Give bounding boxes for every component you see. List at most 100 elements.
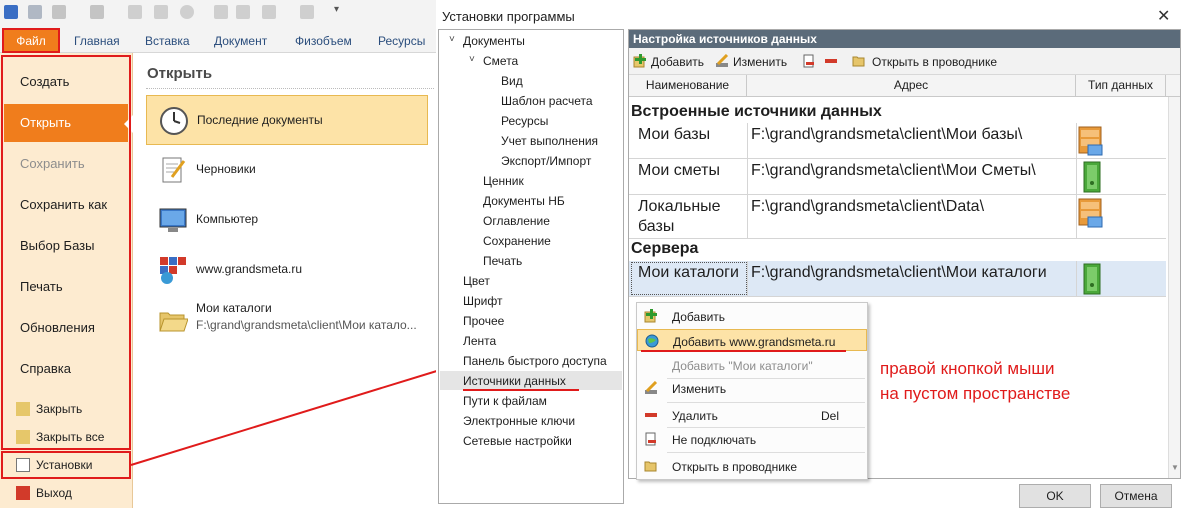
tree-node[interactable]: Лента <box>463 334 496 348</box>
ctx-add[interactable]: Добавить <box>637 305 867 327</box>
divider <box>146 88 434 89</box>
edit-pencil-icon[interactable] <box>715 54 729 68</box>
quick-access-toolbar: ▾ <box>0 0 436 26</box>
tree-node[interactable]: Ценник <box>483 174 524 188</box>
menu-exit[interactable]: Выход <box>4 481 128 505</box>
filter-icon[interactable] <box>214 5 228 19</box>
save-icon[interactable] <box>28 5 42 19</box>
clock-icon <box>160 107 188 135</box>
exit-icon <box>16 486 30 500</box>
ctx-disconnect[interactable]: Не подключать <box>637 428 867 450</box>
ctx-add-my-catalogs[interactable]: Добавить "Мои каталоги" <box>637 354 867 376</box>
delete-minus-icon[interactable] <box>824 54 838 68</box>
close-icon[interactable]: ✕ <box>1157 6 1170 26</box>
open-drafts[interactable]: Черновики <box>146 145 428 195</box>
group-builtin: Встроенные источники данных <box>631 103 882 120</box>
tree-node-documents[interactable]: ˅ Документы <box>449 34 525 48</box>
ok-button[interactable]: OK <box>1019 484 1091 508</box>
collapse-icon[interactable]: ˅ <box>449 34 455 45</box>
cell-divider <box>747 123 748 158</box>
cancel-button[interactable]: Отмена <box>1100 484 1172 508</box>
tab-insert[interactable]: Вставка <box>145 34 190 48</box>
tab-document[interactable]: Документ <box>214 34 267 48</box>
web-cubes-icon <box>160 257 186 284</box>
calc-icon[interactable] <box>128 5 142 19</box>
tree-node[interactable]: Оглавление <box>483 214 550 228</box>
tree-node[interactable]: Цвет <box>463 274 490 288</box>
open-folder-icon[interactable] <box>852 54 866 68</box>
tree-node[interactable]: Вид <box>501 74 523 88</box>
tab-volume[interactable]: Физобъем <box>295 34 352 48</box>
tree-node[interactable]: Печать <box>483 254 522 268</box>
collapse-icon[interactable]: ˅ <box>469 54 475 65</box>
tree-node-data-sources[interactable]: Источники данных <box>463 374 566 388</box>
tree-node[interactable]: Шаблон расчета <box>501 94 593 108</box>
tab-resources[interactable]: Ресурсы <box>378 34 425 48</box>
tree-node[interactable]: Панель быстрого доступа <box>463 354 607 368</box>
tree-node[interactable]: Шрифт <box>463 294 502 308</box>
column-header-type[interactable]: Тип данных <box>1076 75 1166 97</box>
disconnect-icon[interactable] <box>802 54 816 68</box>
open-recent[interactable]: Последние документы <box>146 95 428 145</box>
grid-icon[interactable] <box>262 5 276 19</box>
table-row-selected[interactable]: Мои каталоги F:\grand\grandsmeta\client\… <box>629 261 1166 297</box>
toolbar-edit-button[interactable]: Изменить <box>733 55 787 69</box>
table-row[interactable]: Локальные базы F:\grand\grandsmeta\clien… <box>629 195 1166 239</box>
tab-file[interactable]: Файл <box>2 28 60 53</box>
tree-node[interactable]: Сохранение <box>483 234 551 248</box>
ctx-delete-shortcut: Del <box>821 409 840 423</box>
context-menu: Добавить Добавить www.grandsmeta.ru Доба… <box>636 302 868 480</box>
vertical-scrollbar[interactable]: ▼ <box>1168 97 1180 478</box>
table-icon[interactable] <box>154 5 168 19</box>
annotation-underline <box>641 350 846 352</box>
tree-node[interactable]: Учет выполнения <box>501 134 598 148</box>
tree-node[interactable]: Экспорт/Импорт <box>501 154 591 168</box>
highlight-frame-settings <box>1 451 131 479</box>
open-my-catalogs-path: F:\grand\grandsmeta\client\Мои катало... <box>196 318 417 332</box>
tree-node[interactable]: Сетевые настройки <box>463 434 572 448</box>
table-row[interactable]: Мои базы F:\grand\grandsmeta\client\Мои … <box>629 123 1166 159</box>
annotation-line-1: правой кнопкой мыши <box>880 359 1055 378</box>
ctx-edit[interactable]: Изменить <box>637 377 867 399</box>
tree-node[interactable]: Ресурсы <box>501 114 548 128</box>
open-my-catalogs-label: Мои каталоги <box>196 301 272 315</box>
green-binder-icon <box>1083 263 1101 295</box>
folder-open-icon <box>159 312 188 332</box>
tree-node[interactable]: Документы НБ <box>483 194 565 208</box>
table-row[interactable]: Мои сметы F:\grand\grandsmeta\client\Мои… <box>629 159 1166 195</box>
toolbar-add-button[interactable]: Добавить <box>651 55 704 69</box>
ctx-delete[interactable]: Удалить Del <box>637 404 867 426</box>
tree-node[interactable]: Электронные ключи <box>463 414 575 428</box>
open-computer[interactable]: Компьютер <box>146 195 428 245</box>
tree-node-smeta[interactable]: ˅ Смета <box>469 54 518 68</box>
qat-customize-icon[interactable]: ▾ <box>334 4 339 15</box>
percent-icon[interactable] <box>300 5 314 19</box>
redo-icon[interactable] <box>90 5 104 19</box>
toolbar-open-explorer-button[interactable]: Открыть в проводнике <box>872 55 997 69</box>
tree-node[interactable]: Прочее <box>463 314 504 328</box>
ctx-open-explorer[interactable]: Открыть в проводнике <box>637 455 867 477</box>
sort-icon[interactable] <box>236 5 250 19</box>
open-website[interactable]: www.grandsmeta.ru <box>146 245 428 295</box>
cell-divider <box>747 261 748 296</box>
undo-icon[interactable] <box>52 5 66 19</box>
ctx-add-website[interactable]: Добавить www.grandsmeta.ru <box>637 329 867 351</box>
ctx-delete-label: Удалить <box>672 409 718 423</box>
open-my-catalogs[interactable]: Мои каталоги F:\grand\grandsmeta\client\… <box>146 295 428 345</box>
circle-icon[interactable] <box>180 5 194 19</box>
app-logo-icon <box>4 5 18 19</box>
add-plus-icon[interactable] <box>633 54 647 68</box>
column-header-name[interactable]: Наименование <box>629 75 747 97</box>
annotation-line-2: на пустом пространстве <box>880 384 1071 403</box>
database-folder-icon <box>1078 126 1103 156</box>
cell-name: Локальные базы <box>638 198 721 235</box>
tree-node[interactable]: Пути к файлам <box>463 394 547 408</box>
scroll-down-icon[interactable]: ▼ <box>1171 463 1179 472</box>
annotation-text: правой кнопкой мыши на пустом пространст… <box>880 356 1070 406</box>
column-header-address[interactable]: Адрес <box>747 75 1076 97</box>
tab-home[interactable]: Главная <box>74 34 120 48</box>
tree-node-label: Документы <box>463 34 525 48</box>
annotation-underline <box>463 389 579 391</box>
open-pane: Открыть Последние документы Черновики Ко… <box>134 53 436 508</box>
cell-divider <box>1076 261 1077 296</box>
